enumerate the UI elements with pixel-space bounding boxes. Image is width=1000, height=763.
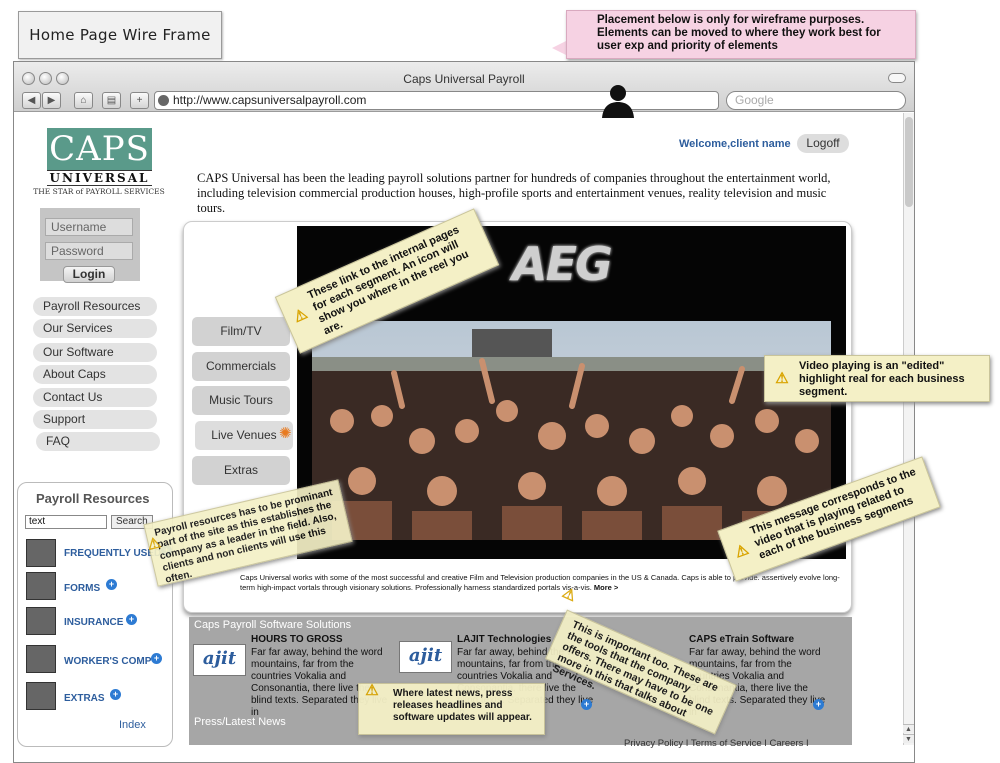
user-silhouette-icon xyxy=(602,85,634,118)
forms-plus-icon[interactable]: + xyxy=(106,579,117,590)
software-icon-2[interactable]: ajit xyxy=(399,641,452,673)
payroll-search-input[interactable]: text xyxy=(25,515,107,529)
warning-icon: ⚠ xyxy=(291,305,311,327)
current-segment-star-icon: ✺ xyxy=(279,425,292,442)
sidebar-item-our-software[interactable]: Our Software xyxy=(33,343,157,362)
sidebar-item-faq[interactable]: FAQ xyxy=(36,432,160,451)
extras-avatar-icon xyxy=(26,682,56,710)
payroll-resources-title: Payroll Resources xyxy=(36,491,150,506)
footer-links[interactable]: Privacy Policy I Terms of Service I Care… xyxy=(624,738,809,749)
close-window-button[interactable] xyxy=(22,72,35,85)
aeg-brand-logo: AEG xyxy=(512,237,613,291)
warning-icon: ⚠ xyxy=(732,540,752,562)
workers-comp-plus-icon[interactable]: + xyxy=(151,653,162,664)
sidebar-item-about-caps[interactable]: About Caps xyxy=(33,365,157,384)
caption-more-link[interactable]: More > xyxy=(594,583,618,592)
wireframe-title: Home Page Wire Frame xyxy=(18,11,222,59)
username-field[interactable]: Username xyxy=(45,218,133,236)
software-icon-1[interactable]: ajit xyxy=(193,644,246,676)
warning-icon: ⚠ xyxy=(775,370,789,387)
sidebar-item-our-services[interactable]: Our Services xyxy=(33,319,157,338)
software-more-plus-icon-2[interactable]: + xyxy=(581,699,592,710)
logo-universal-band: UNIVERSAL xyxy=(47,170,152,186)
search-bar[interactable]: Google xyxy=(726,91,906,110)
concert-crowd-image xyxy=(312,321,831,540)
payroll-index-link[interactable]: Index xyxy=(119,719,146,731)
segment-extras-button[interactable]: Extras xyxy=(192,456,290,485)
workers-comp-avatar-icon xyxy=(26,645,56,673)
forms-link[interactable]: FORMS xyxy=(64,583,100,594)
warning-icon: ⚠ xyxy=(365,682,379,699)
software-heading: Caps Payroll Software Solutions xyxy=(194,619,352,631)
vertical-scrollbar[interactable] xyxy=(903,113,914,745)
placement-note: Placement below is only for wireframe pu… xyxy=(566,10,916,59)
logo-tagline: THE STAR of PAYROLL SERVICES xyxy=(33,187,165,196)
add-tab-icon[interactable]: + xyxy=(130,92,149,109)
home-icon[interactable]: ⌂ xyxy=(74,92,93,109)
insurance-plus-icon[interactable]: + xyxy=(126,614,137,625)
login-button[interactable]: Login xyxy=(63,266,115,283)
software-more-plus-icon-3[interactable]: + xyxy=(813,699,824,710)
back-icon[interactable]: ◀ xyxy=(22,92,41,109)
forms-avatar-icon xyxy=(26,572,56,600)
sidebar-item-payroll-resources[interactable]: Payroll Resources xyxy=(33,297,157,316)
intro-paragraph: CAPS Universal has been the leading payr… xyxy=(197,171,831,215)
extras-plus-icon[interactable]: + xyxy=(110,689,121,700)
video-note: ⚠ Video playing is an "edited" highlight… xyxy=(764,355,990,402)
scrollbar-thumb[interactable] xyxy=(905,117,913,207)
extras-link[interactable]: EXTRAS xyxy=(64,693,105,704)
video-note-text: Video playing is an "edited" highlight r… xyxy=(799,360,965,398)
caps-logo[interactable]: CAPS xyxy=(47,128,152,170)
toolbar-toggle-button[interactable] xyxy=(888,73,906,83)
scroll-up-arrow[interactable]: ▲ xyxy=(903,724,914,733)
welcome-text: Welcome,client name xyxy=(679,138,791,150)
segment-music-tours-button[interactable]: Music Tours xyxy=(192,386,290,415)
window-title: Caps Universal Payroll xyxy=(403,72,525,86)
press-heading: Press/Latest News xyxy=(194,716,286,728)
software-title-3[interactable]: CAPS eTrain Software xyxy=(689,634,794,645)
globe-icon xyxy=(158,95,169,106)
segment-commercials-button[interactable]: Commercials xyxy=(192,352,290,381)
frequently-used-avatar-icon xyxy=(26,539,56,567)
segment-film-tv-button[interactable]: Film/TV xyxy=(192,317,290,346)
insurance-link[interactable]: INSURANCE xyxy=(64,617,123,628)
scroll-down-arrow[interactable]: ▼ xyxy=(903,734,914,743)
software-title-1[interactable]: HOURS TO GROSS xyxy=(251,634,343,645)
zoom-window-button[interactable] xyxy=(56,72,69,85)
software-title-2[interactable]: LAJIT Technologies xyxy=(457,634,551,645)
sidebar-item-support[interactable]: Support xyxy=(33,410,157,429)
print-icon[interactable]: ▤ xyxy=(102,92,121,109)
insurance-avatar-icon xyxy=(26,607,56,635)
logoff-button[interactable]: Logoff xyxy=(797,134,849,153)
press-note-text: Where latest news, press releases headli… xyxy=(393,688,532,723)
minimize-window-button[interactable] xyxy=(39,72,52,85)
workers-comp-link[interactable]: WORKER'S COMP xyxy=(64,656,151,667)
press-note: ⚠ Where latest news, press releases head… xyxy=(358,682,545,735)
browser-titlebar: Caps Universal Payroll ◀ ▶ ⌂ ▤ + http://… xyxy=(14,62,914,112)
sidebar-item-contact-us[interactable]: Contact Us xyxy=(33,388,157,407)
password-field[interactable]: Password xyxy=(45,242,133,260)
forward-icon[interactable]: ▶ xyxy=(42,92,61,109)
